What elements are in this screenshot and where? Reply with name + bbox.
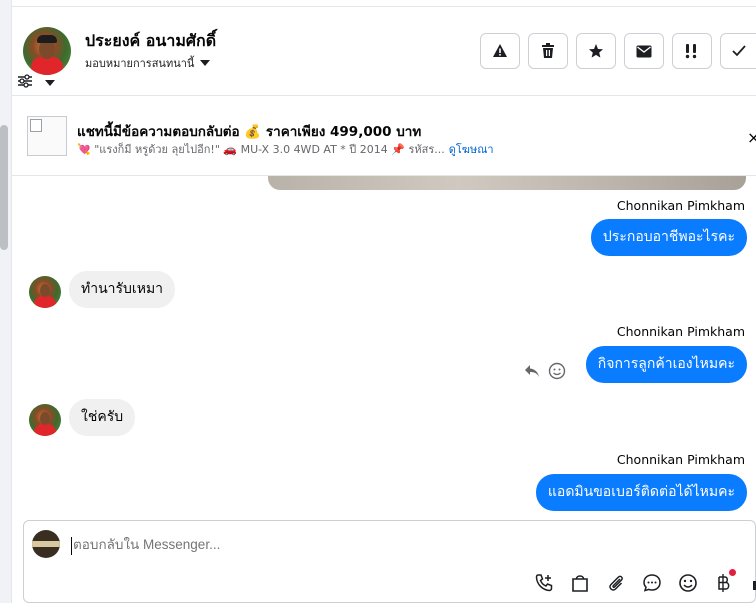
- composer-tools: [530, 569, 756, 597]
- reply-input[interactable]: [73, 537, 473, 552]
- avatar[interactable]: [29, 276, 61, 308]
- assign-conversation-dropdown[interactable]: มอบหมายการสนทนานี้: [85, 54, 211, 72]
- report-spam-button[interactable]: [480, 33, 520, 69]
- paperclip-icon: [609, 575, 623, 591]
- outgoing-message[interactable]: กิจการลูกค้าเองไหมคะ: [585, 346, 747, 383]
- bag-icon: [572, 575, 588, 592]
- avatar[interactable]: [23, 27, 71, 75]
- like-button[interactable]: [746, 569, 756, 597]
- envelope-icon: [636, 45, 652, 57]
- text-cursor: [71, 537, 72, 555]
- warning-icon: [493, 44, 507, 57]
- header-actions: [480, 33, 756, 69]
- message-thread: Chonnikan Pimkham ประกอบอาชีพอะไรคะ ทำนา…: [12, 176, 756, 511]
- baht-icon: [718, 574, 730, 592]
- ad-title: แชทนี้มีข้อความตอบกลับต่อ 💰 ราคาเพียง 49…: [77, 124, 422, 140]
- ad-subtitle: 💘 "แรงก็มี หรูด้วย ลุยไปอีก!" 🚗 MU-X 3.0…: [77, 140, 494, 158]
- chat-bubble-icon: [643, 574, 661, 592]
- payment-button[interactable]: [710, 569, 738, 597]
- sender-name: Chonnikan Pimkham: [616, 452, 745, 467]
- attach-button[interactable]: [602, 569, 630, 597]
- saved-replies-button[interactable]: [638, 569, 666, 597]
- add-call-icon: [535, 574, 553, 592]
- image-attachment[interactable]: [268, 176, 746, 190]
- exclamation-icon: [685, 44, 697, 59]
- emoji-button[interactable]: [674, 569, 702, 597]
- emoji-icon: [679, 574, 697, 592]
- emoji-icon[interactable]: [548, 362, 566, 380]
- notification-dot: [729, 569, 736, 576]
- reply-composer: [23, 520, 756, 603]
- outgoing-message[interactable]: แอดมินขอเบอร์ติดต่อได้ไหมคะ: [535, 474, 747, 511]
- left-rail: [0, 0, 12, 603]
- view-ad-link[interactable]: ดูโฆษณา: [449, 140, 494, 158]
- close-icon[interactable]: ×: [747, 128, 756, 147]
- check-icon: [731, 45, 746, 57]
- star-button[interactable]: [576, 33, 616, 69]
- avatar[interactable]: [29, 404, 61, 436]
- contact-name[interactable]: ประยงค์ อนามศักดิ์: [85, 29, 216, 54]
- shop-button[interactable]: [566, 569, 594, 597]
- caret-down-icon: [200, 60, 211, 66]
- trash-icon: [542, 43, 554, 58]
- message-actions: [524, 362, 566, 380]
- delete-button[interactable]: [528, 33, 568, 69]
- sender-name: Chonnikan Pimkham: [616, 324, 745, 339]
- scrollbar-thumb[interactable]: [0, 125, 8, 250]
- done-button[interactable]: [720, 33, 756, 69]
- reply-icon[interactable]: [524, 364, 540, 378]
- follow-up-button[interactable]: [672, 33, 712, 69]
- ad-context-banner: แชทนี้มีข้อความตอบกลับต่อ 💰 ราคาเพียง 49…: [12, 95, 756, 176]
- add-call-button[interactable]: [530, 569, 558, 597]
- broken-image-icon: [30, 119, 42, 132]
- ad-thumbnail[interactable]: [27, 116, 67, 156]
- page-avatar: [32, 530, 60, 558]
- ad-subtitle-text: 💘 "แรงก็มี หรูด้วย ลุยไปอีก!" 🚗 MU-X 3.0…: [77, 143, 445, 156]
- assign-label: มอบหมายการสนทนานี้: [85, 57, 195, 70]
- incoming-message[interactable]: ทำนารับเหมา: [69, 271, 176, 308]
- incoming-message[interactable]: ใช่ครับ: [69, 399, 136, 436]
- conversation-header: ประยงค์ อนามศักดิ์ มอบหมายการสนทนานี้: [12, 7, 756, 95]
- mark-unread-button[interactable]: [624, 33, 664, 69]
- sender-name: Chonnikan Pimkham: [616, 198, 745, 213]
- star-icon: [589, 44, 603, 58]
- outgoing-message[interactable]: ประกอบอาชีพอะไรคะ: [590, 219, 747, 256]
